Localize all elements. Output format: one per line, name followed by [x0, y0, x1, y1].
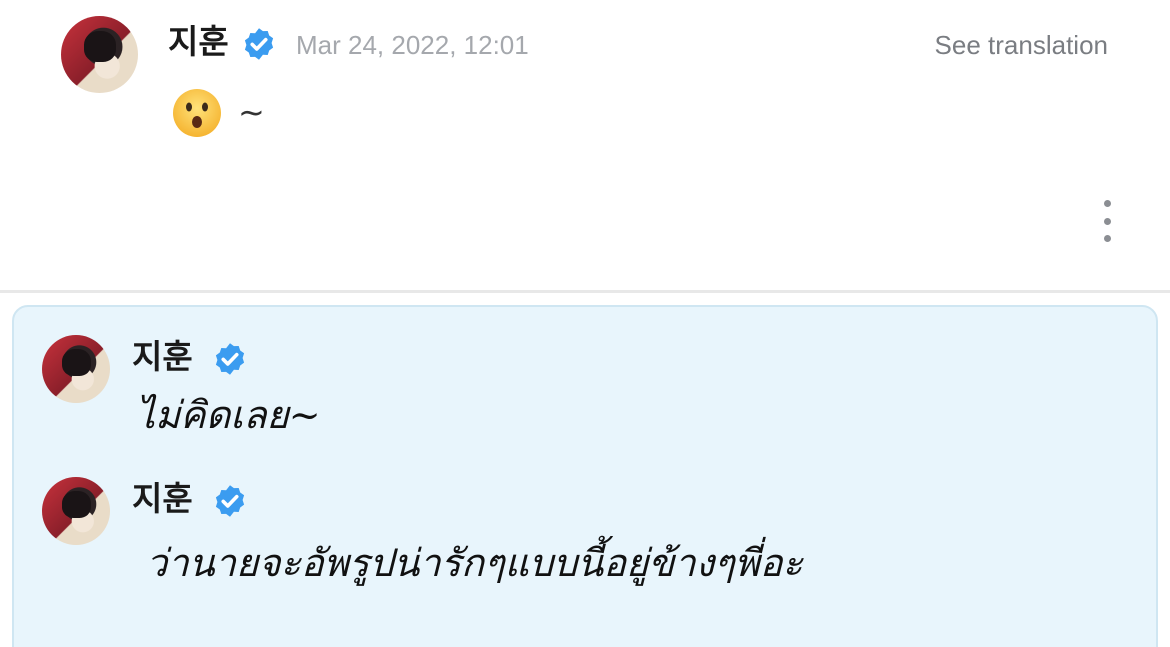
post-timestamp: Mar 24, 2022, 12:01 — [296, 30, 529, 60]
verified-badge-icon — [215, 485, 245, 517]
reply-item[interactable]: 지훈 ไม่คิดเลย~ — [14, 307, 1160, 437]
reply-thread: 지훈 ไม่คิดเลย~ 지훈 ว่านายจะอัพรูปน่ารักๆแบ… — [12, 305, 1158, 647]
reply-avatar[interactable] — [42, 335, 110, 403]
verified-badge-icon — [244, 28, 274, 60]
reply-text: ไม่คิดเลย~ — [136, 393, 321, 437]
divider — [0, 290, 1170, 293]
author-name[interactable]: 지훈 — [168, 22, 229, 62]
more-dot — [1103, 200, 1111, 207]
see-translation-link[interactable]: See translation — [935, 28, 1108, 62]
reply-author-name[interactable]: 지훈 — [132, 337, 193, 377]
verified-badge-icon — [215, 343, 245, 375]
author-avatar[interactable] — [61, 16, 138, 93]
reply-author-name[interactable]: 지훈 — [132, 479, 193, 519]
reply-text: ว่านายจะอัพรูปน่ารักๆแบบนี้อยู่ข้างๆพี่อ… — [146, 541, 803, 585]
more-dot — [1103, 217, 1111, 225]
hushed-face-emoji-icon — [173, 89, 221, 137]
post: 지훈 Mar 24, 2022, 12:01 See translation ~ — [0, 0, 1170, 290]
more-options-icon[interactable] — [1096, 200, 1118, 242]
post-text: ~ — [238, 93, 265, 131]
reply-avatar[interactable] — [42, 477, 110, 545]
more-dot — [1103, 235, 1111, 242]
reply-item[interactable]: 지훈 ว่านายจะอัพรูปน่ารักๆแบบนี้อยู่ข้างๆพ… — [14, 457, 1160, 587]
